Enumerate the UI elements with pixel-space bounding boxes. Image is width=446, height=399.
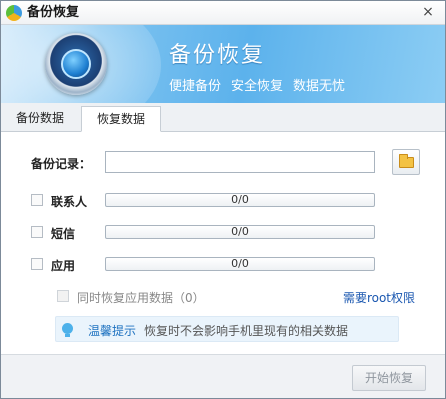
- restore-app-data-label: 同时恢复应用数据（0）: [77, 291, 205, 305]
- start-restore-button[interactable]: 开始恢复: [352, 365, 426, 391]
- backup-disc-icon: [45, 33, 107, 95]
- backup-restore-window: 备份恢复 × 备份恢复 便捷备份 安全恢复 数据无忧 备份数据 恢复数据 备份记录：…: [0, 0, 446, 399]
- tab-backup-data[interactable]: 备份数据: [3, 106, 77, 132]
- banner: 备份恢复 便捷备份 安全恢复 数据无忧: [1, 25, 445, 103]
- sms-label: 短信: [51, 227, 76, 241]
- restore-panel: 备份记录： 联系人 0/0 短信 0/0 应用 0/0 同时恢复应用数据（0） …: [1, 132, 445, 354]
- tip-title: 温馨提示: [88, 324, 137, 338]
- close-button[interactable]: ×: [419, 3, 437, 21]
- apps-progress-bar: 0/0: [105, 257, 375, 271]
- banner-tag: 数据无忧: [293, 79, 346, 94]
- tab-restore-data[interactable]: 恢复数据: [81, 106, 161, 132]
- apps-progress-text: 0/0: [231, 257, 249, 270]
- window-title: 备份恢复: [27, 5, 80, 20]
- tip-box: 温馨提示 恢复时不会影响手机里现有的相关数据: [55, 316, 399, 342]
- banner-title: 备份恢复: [169, 43, 266, 68]
- lightbulb-icon: [62, 323, 73, 337]
- browse-folder-button[interactable]: [392, 149, 420, 175]
- sms-checkbox[interactable]: [31, 226, 43, 238]
- tip-text: 恢复时不会影响手机里现有的相关数据: [144, 324, 349, 338]
- sms-progress-bar: 0/0: [105, 225, 375, 239]
- contacts-checkbox[interactable]: [31, 194, 43, 206]
- restore-app-data-checkbox[interactable]: [57, 290, 69, 302]
- apps-label: 应用: [51, 259, 76, 273]
- sms-progress-text: 0/0: [231, 225, 249, 238]
- contacts-progress-text: 0/0: [231, 193, 249, 206]
- backup-record-input[interactable]: [105, 151, 375, 173]
- footer-bar: 开始恢复: [1, 354, 445, 398]
- title-bar[interactable]: 备份恢复 ×: [1, 1, 445, 25]
- banner-tag: 便捷备份: [169, 79, 222, 94]
- banner-tag: 安全恢复: [231, 79, 284, 94]
- tab-strip: 备份数据 恢复数据: [1, 103, 445, 132]
- banner-tags: 便捷备份 安全恢复 数据无忧: [169, 75, 355, 94]
- need-root-link[interactable]: 需要root权限: [343, 289, 415, 306]
- apps-checkbox[interactable]: [31, 258, 43, 270]
- app-logo-icon: [6, 5, 22, 21]
- folder-icon: [399, 154, 414, 168]
- backup-record-label: 备份记录：: [31, 157, 92, 171]
- contacts-progress-bar: 0/0: [105, 193, 375, 207]
- contacts-label: 联系人: [51, 195, 88, 209]
